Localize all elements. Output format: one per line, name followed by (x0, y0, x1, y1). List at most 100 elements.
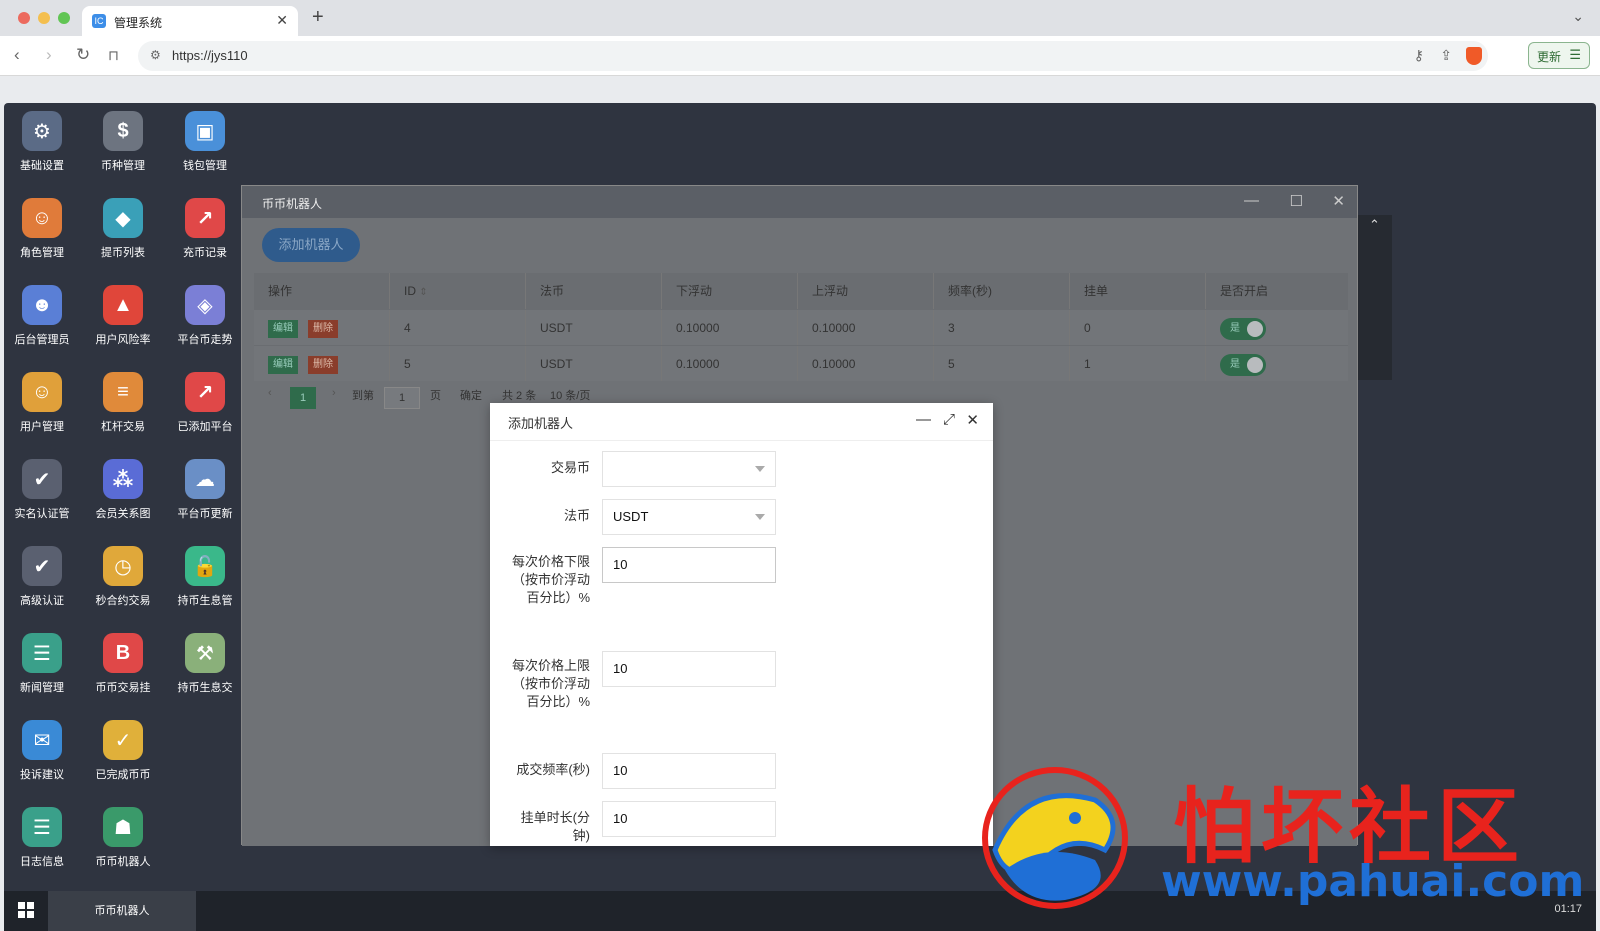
minimize-icon[interactable]: — (1244, 192, 1259, 209)
brave-shield-icon[interactable] (1466, 47, 1482, 65)
edit-button[interactable]: 编辑 (268, 355, 298, 374)
mail-icon: ✉ (22, 720, 62, 760)
desktop-icon-trend[interactable]: ↗ 已添加平台 (164, 364, 246, 446)
add-robot-button[interactable]: 添加机器人 (262, 228, 360, 262)
desktop-icon-robot[interactable]: ☗ 币币机器人 (82, 799, 164, 881)
confirm-page-button[interactable]: 确定 (460, 387, 482, 403)
desktop-icon-label: 角色管理 (20, 247, 64, 259)
taskbar-item-robot[interactable]: 币币机器人 (48, 891, 196, 931)
dialog-header[interactable]: 添加机器人 — ⤢ ✕ (490, 403, 993, 441)
minimize-window-dot[interactable] (38, 12, 50, 24)
trade-coin-label: 交易币 (550, 460, 590, 475)
scroll-up-icon[interactable]: ⌃ (1369, 217, 1380, 233)
stopwatch-icon: ◷ (103, 546, 143, 586)
price-upper-input[interactable]: 10 (602, 651, 776, 687)
dialog-minimize-icon[interactable]: — (916, 411, 931, 428)
delete-button[interactable]: 删除 (308, 355, 338, 374)
fiat-select[interactable]: USDT (602, 499, 776, 535)
desktop-icon-wallet[interactable]: ▣ 钱包管理 (164, 103, 246, 185)
desktop-icon-network[interactable]: ⁂ 会员关系图 (82, 451, 164, 533)
desktop-icon-gear[interactable]: ⚙ 基础设置 (1, 103, 83, 185)
tab-close-icon[interactable]: ✕ (276, 12, 288, 29)
window-titlebar[interactable]: 币币机器人 — ☐ ✕ (242, 186, 1357, 218)
desktop-icon-deposit-record[interactable]: ↗ 充币记录 (164, 190, 246, 272)
desktop-icon-stopwatch[interactable]: ◷ 秒合约交易 (82, 538, 164, 620)
desktop-icon-advanced-verify[interactable]: ✔ 高级认证 (1, 538, 83, 620)
prev-page-icon[interactable]: ‹ (268, 387, 272, 399)
desktop-icon-alarm[interactable]: ▲ 用户风险率 (82, 277, 164, 359)
edit-button[interactable]: 编辑 (268, 319, 298, 338)
reload-icon[interactable]: ↻ (76, 45, 90, 65)
check-box-icon: ✓ (103, 720, 143, 760)
share-icon[interactable]: ⇪ (1440, 47, 1452, 64)
dialog-close-icon[interactable]: ✕ (966, 411, 979, 429)
tab-list-chevron-icon[interactable]: ⌄ (1572, 8, 1584, 25)
desktop-icon-log[interactable]: ☰ 日志信息 (1, 799, 83, 881)
desktop-icon-admin[interactable]: ☻ 后台管理员 (1, 277, 83, 359)
new-tab-icon[interactable]: + (312, 6, 324, 29)
column-header-id[interactable]: ID ⇕ (390, 273, 526, 309)
desktop-icon-stack[interactable]: ≡ 杠杆交易 (82, 364, 164, 446)
delete-button[interactable]: 删除 (308, 319, 338, 338)
cell-id: 4 (390, 310, 526, 345)
cell-order: 1 (1070, 346, 1206, 381)
wallet-icon: ▣ (185, 111, 225, 151)
page-current[interactable]: 1 (290, 387, 316, 409)
desktop-icon-cloud-refresh[interactable]: ☁ 平台币更新 (164, 451, 246, 533)
column-header-up: 上浮动 (798, 273, 934, 309)
desktop-icon-role[interactable]: ☺ 角色管理 (1, 190, 83, 272)
key-icon[interactable]: ⚷ (1414, 47, 1424, 64)
enabled-toggle[interactable]: 是 (1220, 353, 1266, 376)
frequency-input[interactable]: 10 (602, 753, 776, 789)
desktop-icon-news[interactable]: ☰ 新闻管理 (1, 625, 83, 707)
toggle-label: 是 (1230, 358, 1240, 370)
page-unit-label: 页 (430, 390, 441, 402)
update-button[interactable]: 更新 ☰ (1528, 42, 1590, 69)
sort-icon[interactable]: ⇕ (419, 287, 427, 298)
desktop-icon-dollar[interactable]: $ 币种管理 (82, 103, 164, 185)
browser-tab[interactable]: IC 管理系统 ✕ (82, 6, 298, 36)
frequency-value: 10 (613, 763, 628, 778)
desktop-icon-label: 持币生息管 (177, 595, 233, 607)
column-header-frequency: 频率(秒) (934, 273, 1070, 309)
bookmark-icon[interactable]: ⊓ (108, 47, 119, 64)
address-bar[interactable]: ⚙ https://jys110 ⚷ ⇪ (138, 41, 1488, 71)
page-input[interactable]: 1 (384, 387, 420, 409)
desktop-icon-withdraw[interactable]: ◆ 提币列表 (82, 190, 164, 272)
price-lower-input[interactable]: 10 (602, 547, 776, 583)
maximize-icon[interactable]: ☐ (1290, 192, 1303, 210)
desktop-icon-check-box[interactable]: ✓ 已完成币币 (82, 712, 164, 794)
per-page-select[interactable]: 10 条/页 (550, 387, 590, 403)
trade-coin-select[interactable] (602, 451, 776, 487)
close-window-dot[interactable] (18, 12, 30, 24)
order-duration-input[interactable]: 10 (602, 801, 776, 837)
desktop-icon-bitcoin-bag[interactable]: B 币币交易挂 (82, 625, 164, 707)
zoom-window-dot[interactable] (58, 12, 70, 24)
desktop-icon-hammer[interactable]: ⚒ 持币生息交 (164, 625, 246, 707)
url-text[interactable]: https://jys110 (172, 48, 248, 63)
cell-enabled: 是 (1206, 346, 1342, 381)
desktop-icon-label: 实名认证管 (14, 508, 70, 520)
cell-order: 0 (1070, 310, 1206, 345)
desktop-icon-label: 充币记录 (183, 247, 227, 259)
desktop-icon-label: 提币列表 (101, 247, 145, 259)
back-icon[interactable]: ‹ (14, 45, 20, 65)
dialog-maximize-icon[interactable]: ⤢ (943, 411, 955, 428)
site-settings-icon[interactable]: ⚙ (150, 48, 161, 62)
desktop-icon-layers[interactable]: ◈ 平台币走势 (164, 277, 246, 359)
desktop-icon-mail[interactable]: ✉ 投诉建议 (1, 712, 83, 794)
enabled-toggle[interactable]: 是 (1220, 317, 1266, 340)
desktop-icon-user-search[interactable]: ☺ 用户管理 (1, 364, 83, 446)
table-row: 编辑 删除 4 USDT 0.10000 0.10000 3 0 是 (254, 309, 1348, 345)
desktop-icon-label: 日志信息 (20, 856, 64, 868)
start-menu-icon[interactable] (18, 902, 34, 918)
desktop-icon-verify[interactable]: ✔ 实名认证管 (1, 451, 83, 533)
desktop-icon-label: 新闻管理 (20, 682, 64, 694)
next-page-icon[interactable]: › (332, 387, 336, 399)
desktop-icon-unlock[interactable]: 🔓 持币生息管 (164, 538, 246, 620)
window-title: 币币机器人 (262, 197, 323, 211)
close-icon[interactable]: ✕ (1332, 192, 1345, 210)
column-header-actions: 操作 (254, 273, 390, 309)
cell-frequency: 5 (934, 346, 1070, 381)
forward-icon[interactable]: › (46, 45, 52, 65)
